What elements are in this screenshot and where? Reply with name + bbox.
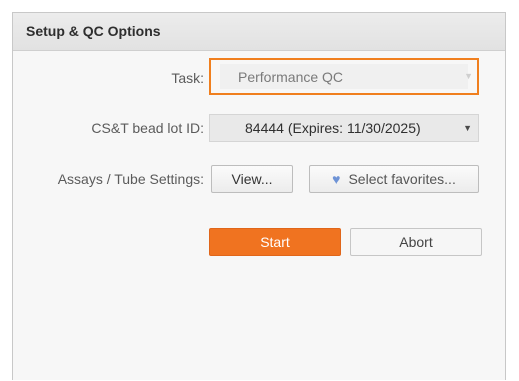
chevron-down-icon: ▼ [464, 71, 473, 81]
lot-select-value: 84444 (Expires: 11/30/2025) [245, 120, 421, 136]
select-favorites-label: Select favorites... [348, 171, 456, 187]
lot-label: CS&T bead lot ID: [91, 120, 204, 136]
assays-label: Assays / Tube Settings: [57, 171, 204, 187]
start-button[interactable]: Start [209, 228, 341, 256]
panel-header: Setup & QC Options [13, 13, 505, 51]
heart-icon: ♥ [332, 171, 341, 187]
task-select-value: Performance QC [238, 69, 344, 85]
select-favorites-button[interactable]: ♥ Select favorites... [309, 165, 479, 193]
view-button[interactable]: View... [211, 165, 293, 193]
lot-select[interactable]: 84444 (Expires: 11/30/2025) ▼ [209, 114, 479, 142]
panel-title: Setup & QC Options [26, 23, 161, 39]
setup-qc-options-panel: Setup & QC Options Task: Performance QC … [12, 12, 506, 380]
abort-button[interactable]: Abort [350, 228, 482, 256]
task-label: Task: [171, 70, 204, 86]
task-select[interactable]: Performance QC ▼ [209, 58, 479, 95]
chevron-down-icon: ▼ [463, 123, 472, 133]
